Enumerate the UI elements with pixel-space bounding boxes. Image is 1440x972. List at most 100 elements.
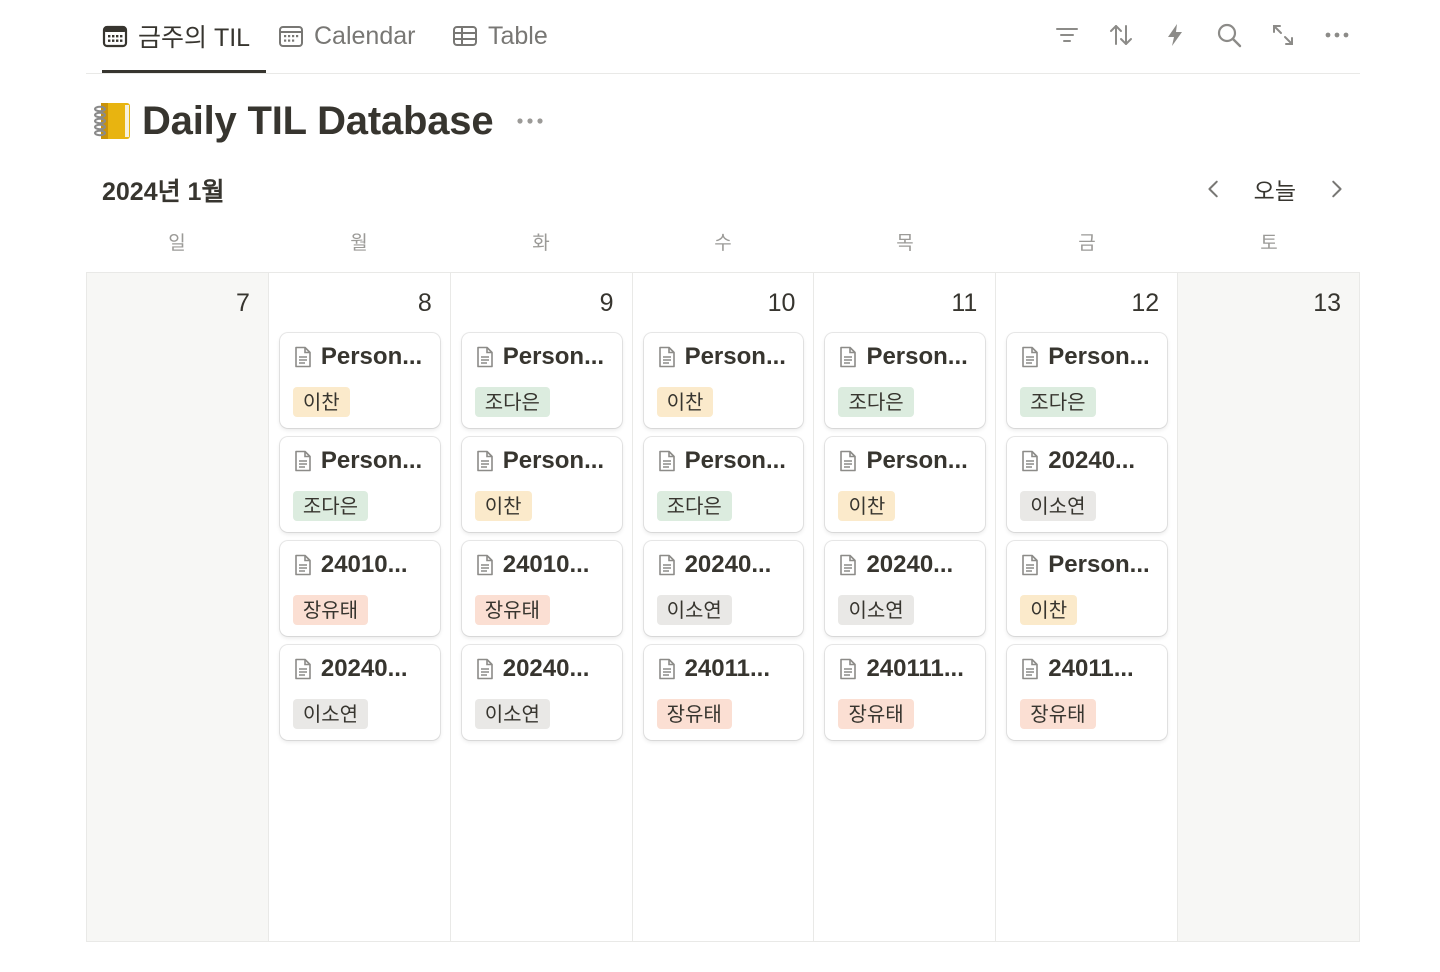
calendar-card[interactable]: Person... 조다은 [279, 437, 440, 532]
day-cell[interactable]: 9 Person... 조다은 Person... 이찬 24010... 장유태 20240… [450, 273, 633, 941]
page-icon [1020, 554, 1040, 576]
filter-icon[interactable] [1054, 18, 1080, 52]
day-number: 13 [1313, 289, 1342, 317]
card-title-text: 24010... [320, 551, 408, 578]
tab-table[interactable]: Table [452, 0, 548, 72]
page-title: Daily TIL Database [142, 98, 494, 143]
weekday-header: 일월화수목금토 [86, 228, 1360, 255]
card-title-text: 24011... [1048, 655, 1134, 682]
calendar-card[interactable]: 24010... 장유태 [461, 541, 622, 636]
weekday-label: 일 [168, 233, 186, 254]
chevron-left-icon[interactable] [1202, 169, 1226, 209]
tab-calendar[interactable]: Calendar [278, 0, 415, 72]
card-title-text: 24010... [502, 551, 590, 578]
card-title: Person... [838, 447, 973, 475]
month-label: 2024년 1월 [102, 178, 225, 206]
card-title-text: Person... [320, 447, 423, 474]
today-button[interactable]: 오늘 [1248, 168, 1302, 210]
calendar-card[interactable]: Person... 조다은 [1007, 333, 1168, 428]
calendar-card[interactable]: 20240... 이소연 [643, 541, 804, 636]
more-icon[interactable] [1324, 18, 1350, 52]
calendar-card[interactable]: 24011... 장유태 [643, 645, 804, 740]
day-number: 10 [767, 289, 796, 317]
calendar-card[interactable]: Person... 이찬 [825, 437, 986, 532]
person-tag: 조다은 [292, 491, 369, 521]
calendar-card[interactable]: Person... 이찬 [461, 437, 622, 532]
card-title: 20240... [1020, 447, 1155, 475]
card-title: Person... [475, 343, 610, 371]
calendar-card[interactable]: 20240... 이소연 [279, 645, 440, 740]
calendar-card[interactable]: 20240... 이소연 [1007, 437, 1168, 532]
calendar-card[interactable]: 20240... 이소연 [461, 645, 622, 740]
calendar-icon [102, 23, 128, 49]
card-title-text: Person... [320, 343, 423, 370]
day-cell[interactable]: 11 Person... 조다은 Person... 이찬 20240... 이소연 2401… [814, 273, 997, 941]
day-cell[interactable]: 7 [87, 273, 269, 941]
card-title: Person... [657, 447, 792, 475]
card-title: 240111... [838, 655, 973, 683]
card-title: Person... [1020, 551, 1155, 579]
calendar-card[interactable]: Person... 이찬 [279, 333, 440, 428]
notebook-icon [92, 100, 132, 142]
calendar-card[interactable]: Person... 조다은 [825, 333, 986, 428]
card-title-text: 20240... [1048, 447, 1136, 474]
card-title-text: 240111... [866, 655, 964, 682]
search-icon[interactable] [1216, 18, 1242, 52]
card-title: Person... [293, 343, 428, 371]
more-icon[interactable] [515, 106, 545, 136]
calendar-card[interactable]: Person... 이찬 [643, 333, 804, 428]
calendar-card[interactable]: 24011... 장유태 [1007, 645, 1168, 740]
person-tag: 이찬 [292, 387, 350, 417]
day-cell[interactable]: 10 Person... 이찬 Person... 조다은 20240... 이소연 2401… [632, 273, 815, 941]
card-title-text: 20240... [866, 551, 954, 578]
card-title-text: Person... [502, 447, 605, 474]
page-icon [838, 346, 858, 368]
card-list: Person... 이찬 Person... 조다은 20240... 이소연 24011.… [643, 333, 804, 740]
person-tag: 장유태 [838, 699, 914, 729]
weekday-label: 목 [896, 233, 914, 254]
person-tag: 이소연 [474, 699, 550, 729]
person-tag: 장유태 [656, 699, 732, 729]
calendar-card[interactable]: Person... 이찬 [1007, 541, 1168, 636]
calendar-card[interactable]: Person... 조다은 [643, 437, 804, 532]
card-title-text: Person... [1048, 551, 1150, 578]
card-title: 24011... [1020, 655, 1155, 683]
card-list: Person... 조다은 Person... 이찬 24010... 장유태 20240.… [461, 333, 622, 740]
calendar-card[interactable]: 20240... 이소연 [825, 541, 986, 636]
day-number: 7 [235, 289, 250, 317]
automation-bolt-icon[interactable] [1162, 18, 1188, 52]
chevron-right-icon[interactable] [1324, 169, 1348, 209]
calendar-card[interactable]: 240111... 장유태 [825, 645, 986, 740]
tab-weekly-til[interactable]: 금주의 TIL [102, 0, 267, 73]
day-cell[interactable]: 13 [1178, 273, 1360, 941]
calendar-card[interactable]: Person... 조다은 [461, 333, 622, 428]
page-icon [1020, 346, 1040, 368]
card-list: Person... 이찬 Person... 조다은 24010... 장유태 20240.… [279, 333, 440, 740]
expand-icon[interactable] [1270, 18, 1296, 52]
person-tag: 이찬 [656, 387, 714, 417]
sort-icon[interactable] [1108, 18, 1134, 52]
page-icon [293, 554, 313, 576]
card-title: 20240... [657, 551, 792, 579]
page-icon [475, 346, 495, 368]
day-cell[interactable]: 8 Person... 이찬 Person... 조다은 24010... 장유태 20240… [268, 273, 451, 941]
page-icon [657, 346, 677, 368]
calendar-card[interactable]: 24010... 장유태 [279, 541, 440, 636]
page-icon [293, 346, 313, 368]
card-list: Person... 조다은 20240... 이소연 Person... 이찬 24011.… [1007, 333, 1168, 740]
day-number: 9 [599, 289, 614, 317]
page-icon [657, 450, 677, 472]
person-tag: 장유태 [1020, 699, 1096, 729]
card-list: Person... 조다은 Person... 이찬 20240... 이소연 240111… [825, 333, 986, 740]
day-number: 11 [951, 289, 978, 317]
weekday-label: 수 [714, 233, 732, 254]
card-title-text: Person... [684, 343, 786, 370]
page-icon [475, 450, 495, 472]
weekday-label: 금 [1078, 233, 1096, 254]
day-cell[interactable]: 12 Person... 조다은 20240... 이소연 Person... 이찬 2401… [996, 273, 1179, 941]
page-icon [657, 658, 677, 680]
page-icon [657, 554, 677, 576]
card-title-text: 20240... [320, 655, 408, 682]
card-title: 24010... [293, 551, 428, 579]
page-icon [475, 554, 495, 576]
